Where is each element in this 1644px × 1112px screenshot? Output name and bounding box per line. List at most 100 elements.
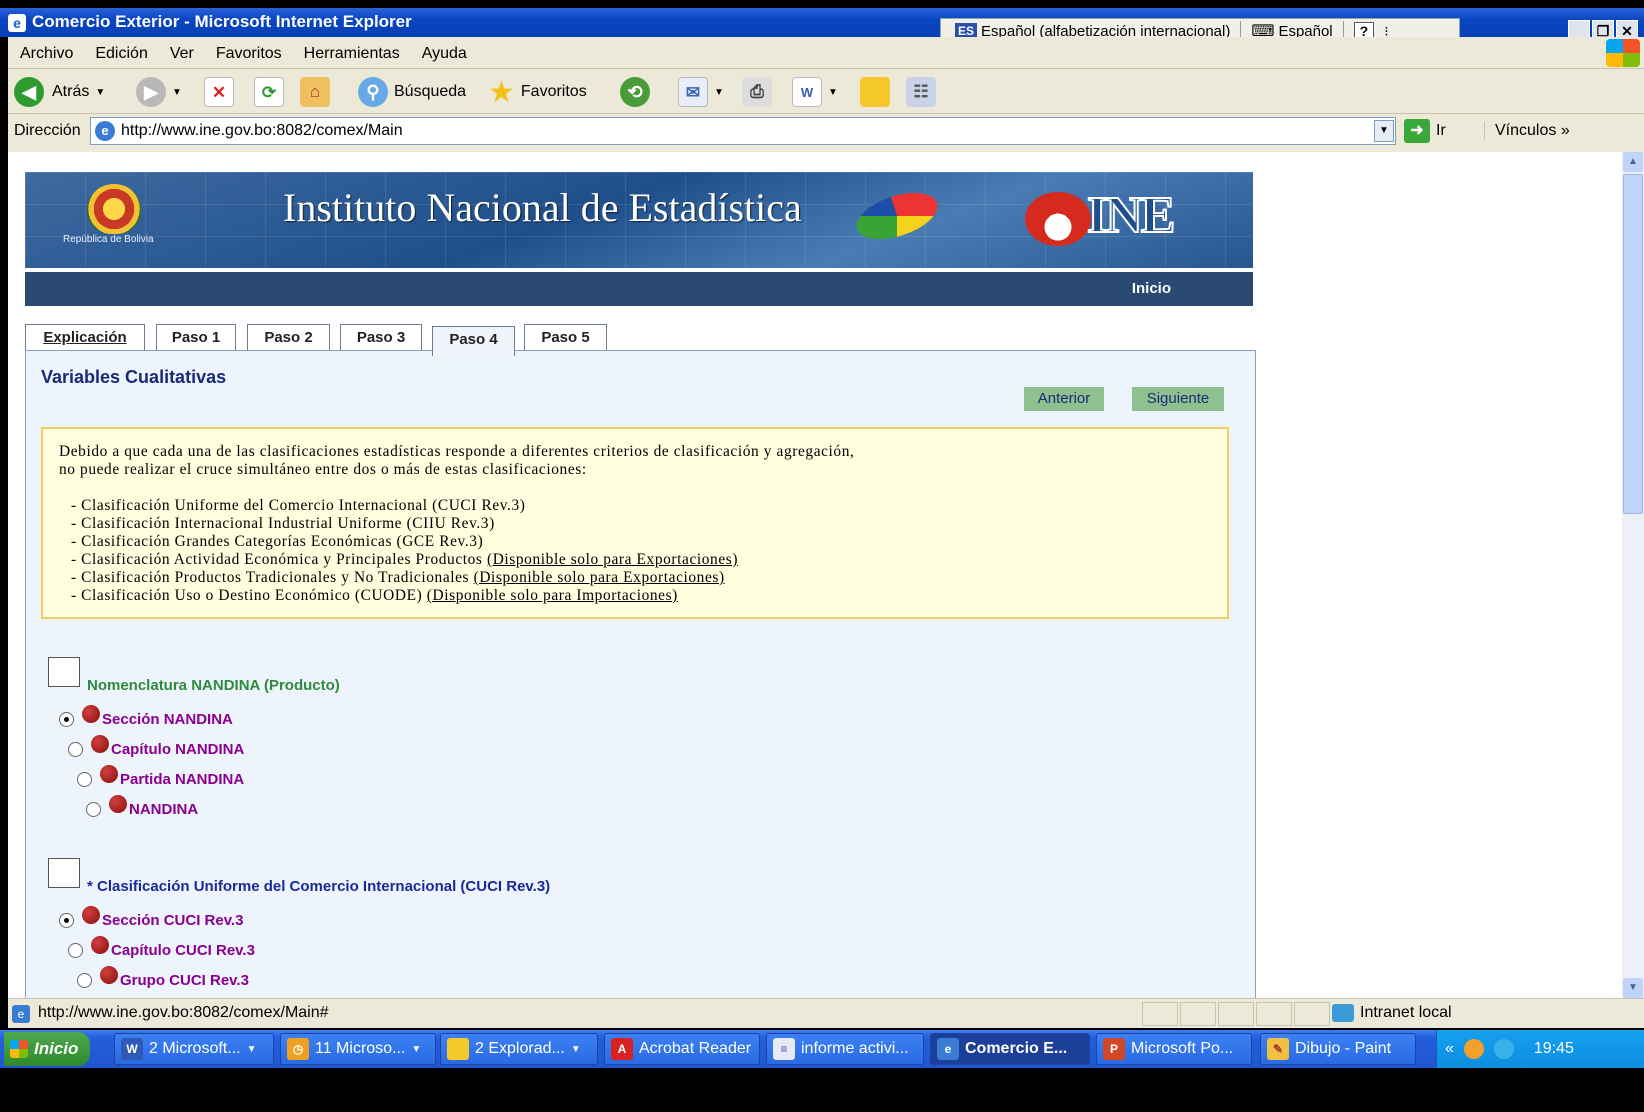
vertical-scrollbar[interactable]: ▲ ▼ <box>1622 152 1644 998</box>
address-url[interactable]: http://www.ine.gov.bo:8082/comex/Main <box>121 122 403 139</box>
task-label: Microsoft Po... <box>1131 1040 1234 1057</box>
menu-ver[interactable]: Ver <box>158 37 204 63</box>
menu-edicion[interactable]: Edición <box>83 37 157 63</box>
task-label: informe activi... <box>801 1040 909 1057</box>
intranet-icon <box>1332 1004 1354 1022</box>
ine-logo-icon <box>1025 192 1091 246</box>
tab-paso-5[interactable]: Paso 5 <box>524 324 607 352</box>
links-button[interactable]: Vínculos » <box>1484 122 1570 140</box>
menu-ayuda[interactable]: Ayuda <box>410 37 477 63</box>
address-dropdown-button[interactable]: ▼ <box>1374 120 1394 142</box>
tab-paso-4[interactable]: Paso 4 <box>432 326 515 356</box>
status-cell <box>1142 1002 1178 1026</box>
nandina-checkbox[interactable] <box>48 657 80 687</box>
status-cell <box>1218 1002 1254 1026</box>
task-word[interactable]: W 2 Microsoft... ▼ <box>114 1033 274 1065</box>
notice-item-text: - Clasificación Uso o Destino Económico … <box>71 587 427 604</box>
stop-icon: ✕ <box>204 77 234 107</box>
toolbar: ◀ Atrás ▼ ▶ ▼ ✕ ⟳ ⌂ ⚲ Búsqueda ★ Favorit… <box>8 70 1644 114</box>
task-explorer[interactable]: 2 Explorad... ▼ <box>440 1033 598 1065</box>
clock[interactable]: 19:45 <box>1534 1040 1574 1058</box>
option-seccion-cuci[interactable]: Sección CUCI Rev.3 <box>59 905 243 929</box>
institute-title: Instituto Nacional de Estadística <box>283 185 802 230</box>
menu-archivo[interactable]: Archivo <box>8 37 83 63</box>
option-label: NANDINA <box>129 801 199 818</box>
radio-button[interactable] <box>68 742 83 757</box>
task-label: Dibujo - Paint <box>1295 1040 1392 1057</box>
favorites-button[interactable]: ★ Favoritos <box>488 76 587 109</box>
option-capitulo-nandina[interactable]: Capítulo NANDINA <box>68 734 244 758</box>
home-button[interactable]: ⌂ <box>300 76 330 108</box>
show-hidden-icons-button[interactable]: « <box>1445 1040 1454 1058</box>
option-seccion-nandina[interactable]: Sección NANDINA <box>59 704 233 728</box>
security-zone[interactable]: Intranet local <box>1332 1004 1452 1022</box>
refresh-button[interactable]: ⟳ <box>254 76 284 108</box>
start-button[interactable]: Inicio <box>4 1032 90 1066</box>
radio-button[interactable] <box>59 712 74 727</box>
nav-home-link[interactable]: Inicio <box>1132 280 1171 297</box>
back-button[interactable]: ◀ Atrás ▼ <box>14 76 111 108</box>
chevron-down-icon[interactable]: ▼ <box>172 87 182 98</box>
classification-notice: Debido a que cada una de las clasificaci… <box>41 427 1229 619</box>
forward-button[interactable]: ▶ ▼ <box>136 76 188 108</box>
group-title-cuci: * Clasificación Uniforme del Comercio In… <box>87 878 551 895</box>
scroll-up-button[interactable]: ▲ <box>1623 152 1643 172</box>
menu-favoritos[interactable]: Favoritos <box>204 37 292 63</box>
history-button[interactable]: ⟲ <box>620 76 650 108</box>
radio-button[interactable] <box>77 772 92 787</box>
folder-icon <box>860 77 890 107</box>
tab-paso-1[interactable]: Paso 1 <box>156 324 236 352</box>
bolivia-crest-icon <box>87 184 141 234</box>
task-label: 11 Microso... <box>315 1040 406 1057</box>
task-outlook[interactable]: ◷ 11 Microso... ▼ <box>280 1033 436 1065</box>
tray-network-icon[interactable] <box>1493 1039 1514 1059</box>
home-icon: ⌂ <box>300 77 330 107</box>
browser-chrome: Archivo Edición Ver Favoritos Herramientas Ay… <box>8 37 1644 152</box>
go-button[interactable]: ➜ Ir <box>1404 119 1446 143</box>
print-button[interactable]: ⎙ <box>742 76 772 108</box>
chevron-down-icon[interactable]: ▼ <box>95 87 105 98</box>
option-grupo-cuci[interactable]: Grupo CUCI Rev.3 <box>77 965 249 989</box>
radio-button[interactable] <box>77 973 92 988</box>
stop-button[interactable]: ✕ <box>204 76 234 108</box>
folder-icon <box>447 1038 469 1060</box>
search-button[interactable]: ⚲ Búsqueda <box>358 76 466 108</box>
previous-button[interactable]: Anterior <box>1024 387 1104 411</box>
paint-icon: ✎ <box>1267 1038 1289 1060</box>
option-capitulo-cuci[interactable]: Capítulo CUCI Rev.3 <box>68 935 255 959</box>
radio-button[interactable] <box>68 943 83 958</box>
bullet-icon <box>109 794 127 813</box>
status-url: http://www.ine.gov.bo:8082/comex/Main# <box>38 1004 329 1021</box>
edit-button[interactable]: W ▼ <box>792 76 844 108</box>
mail-button[interactable]: ✉ ▼ <box>678 76 730 108</box>
tab-paso-3[interactable]: Paso 3 <box>340 324 422 352</box>
task-acrobat[interactable]: A Acrobat Reader <box>604 1033 760 1065</box>
tab-explicacion[interactable]: Explicación <box>25 324 145 352</box>
option-nandina[interactable]: NANDINA <box>86 794 199 818</box>
group-title-nandina: Nomenclatura NANDINA (Producto) <box>87 677 340 694</box>
scroll-down-button[interactable]: ▼ <box>1623 978 1643 998</box>
outlook-icon: ◷ <box>287 1038 309 1060</box>
scroll-thumb[interactable] <box>1623 174 1643 514</box>
address-label: Dirección <box>14 122 81 139</box>
menu-herramientas[interactable]: Herramientas <box>292 37 410 63</box>
chevron-down-icon: ▼ <box>570 1043 581 1055</box>
task-paint[interactable]: ✎ Dibujo - Paint <box>1260 1033 1416 1065</box>
messenger-icon: ☷ <box>906 77 936 107</box>
next-button[interactable]: Siguiente <box>1132 387 1224 411</box>
tab-paso-2[interactable]: Paso 2 <box>247 324 330 352</box>
task-informe[interactable]: ≡ informe activi... <box>766 1033 924 1065</box>
radio-button[interactable] <box>86 802 101 817</box>
chevron-down-icon[interactable]: ▼ <box>714 87 724 98</box>
cuci-checkbox[interactable] <box>48 858 80 888</box>
task-comercio[interactable]: e Comercio E... <box>930 1033 1090 1065</box>
address-input[interactable]: e http://www.ine.gov.bo:8082/comex/Main <box>90 117 1396 145</box>
chevron-down-icon[interactable]: ▼ <box>828 87 838 98</box>
radio-button[interactable] <box>59 913 74 928</box>
task-powerpoint[interactable]: P Microsoft Po... <box>1096 1033 1252 1065</box>
messenger-button[interactable]: ☷ <box>906 76 936 108</box>
step-panel: Variables Cualitativas Anterior Siguient… <box>25 350 1256 998</box>
tray-clock-icon[interactable] <box>1463 1039 1484 1059</box>
discuss-button[interactable] <box>860 76 890 108</box>
option-partida-nandina[interactable]: Partida NANDINA <box>77 764 244 788</box>
